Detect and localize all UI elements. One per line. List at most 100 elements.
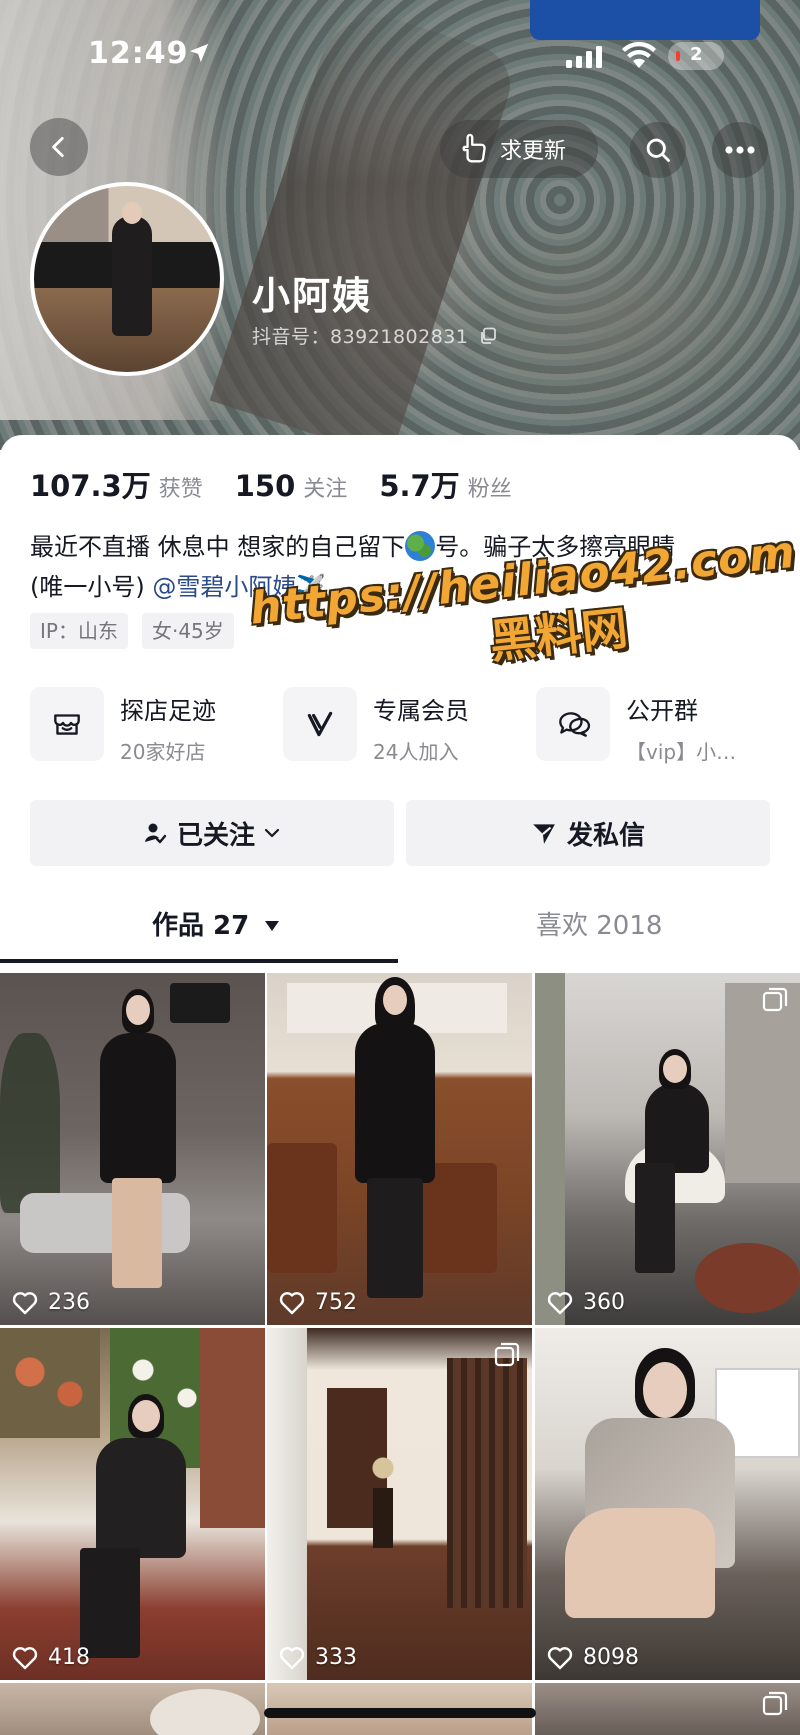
tab-works-label: 作品 27 (152, 911, 250, 941)
copy-icon[interactable] (479, 327, 497, 345)
profile-name: 小阿姨 (252, 274, 373, 318)
feature-title: 公开群 (626, 697, 698, 725)
search-button[interactable] (630, 122, 686, 178)
person-face (663, 1055, 687, 1083)
heart-outline-icon (279, 1291, 305, 1314)
battery-indicator: 2 (668, 42, 724, 70)
profile-actions: 已关注 发私信 (30, 800, 770, 868)
shop-icon (54, 714, 80, 735)
status-bar: 12:49 2 (0, 30, 800, 80)
heart-outline-icon (547, 1646, 573, 1669)
followers-label: 粉丝 (467, 477, 512, 502)
feature-subtitle: 20家好店 (120, 740, 206, 764)
tab-likes[interactable]: 喜欢 2018 (536, 905, 662, 942)
heart-outline-icon (12, 1291, 38, 1314)
cellular-signal-icon (566, 46, 602, 68)
feature-icon-box (30, 687, 104, 761)
dried-flowers (363, 1438, 403, 1498)
video-like-number: 752 (315, 1290, 357, 1315)
more-dots-icon (725, 146, 755, 154)
send-arrow-icon (533, 824, 555, 844)
feature-membership[interactable]: 专属会员 24人加入 (283, 687, 469, 764)
person-face (126, 995, 150, 1025)
video-tile[interactable] (0, 1683, 265, 1735)
wall-decor (725, 983, 800, 1183)
curtain-shape (535, 973, 565, 1325)
battery-percent: 2 (690, 44, 703, 65)
chevron-down-icon (264, 828, 280, 838)
video-tile[interactable] (535, 1683, 800, 1735)
video-like-count: 333 (279, 1645, 357, 1670)
video-tile[interactable]: 418 (0, 1328, 265, 1680)
heart-outline-icon (279, 1646, 305, 1669)
video-tile[interactable]: 236 (0, 973, 265, 1325)
plate-shape (150, 1689, 260, 1735)
status-time: 12:49 (88, 36, 189, 71)
person-figure (645, 1083, 709, 1173)
sofa-shape (20, 1193, 190, 1253)
person-face (383, 985, 407, 1015)
following-count[interactable]: 150 (235, 469, 296, 503)
home-indicator[interactable] (264, 1708, 536, 1718)
tab-works[interactable]: 作品 27 (152, 905, 280, 942)
active-tab-indicator (0, 959, 398, 963)
send-message-button[interactable]: 发私信 (406, 800, 770, 866)
video-tile[interactable]: 752 (267, 973, 532, 1325)
multi-image-icon (494, 1342, 520, 1367)
content-tabs: 作品 27 喜欢 2018 (0, 905, 800, 965)
chat-icon (559, 712, 591, 737)
video-like-number: 236 (48, 1290, 90, 1315)
more-options-button[interactable] (712, 122, 768, 178)
video-like-number: 8098 (583, 1645, 639, 1670)
wood-column (200, 1328, 265, 1528)
multi-image-icon (762, 987, 788, 1012)
back-button[interactable] (30, 118, 88, 176)
location-arrow-icon (189, 43, 209, 63)
video-tile[interactable]: 8098 (535, 1328, 800, 1680)
following-button[interactable]: 已关注 (30, 800, 394, 866)
video-like-count: 360 (547, 1290, 625, 1315)
followers-count[interactable]: 5.7万 (379, 463, 459, 505)
flowers-left (0, 1328, 100, 1438)
video-like-number: 333 (315, 1645, 357, 1670)
bio-mention-link[interactable]: @雪碧小阿姨✈️ (152, 573, 326, 601)
video-thumbnail (267, 1328, 532, 1680)
person-legs (367, 1178, 423, 1298)
douyin-id[interactable]: 抖音号：83921802831 (252, 322, 497, 349)
avatar[interactable] (30, 182, 224, 376)
video-like-number: 418 (48, 1645, 90, 1670)
plant-shape (0, 1033, 60, 1213)
profile-stats: 107.3万 获赞 150 关注 5.7万 粉丝 (30, 463, 544, 505)
feature-shop-visits[interactable]: 探店足迹 20家好店 (30, 687, 216, 764)
following-label: 关注 (303, 477, 348, 502)
curtain-shape (267, 1328, 307, 1680)
tab-likes-label: 喜欢 2018 (536, 911, 663, 941)
likes-count[interactable]: 107.3万 (30, 463, 151, 505)
avatar-head (122, 202, 142, 224)
person-legs (80, 1548, 140, 1658)
vip-icon (307, 711, 333, 737)
pointing-hand-icon (462, 133, 486, 163)
following-button-label: 已关注 (176, 820, 255, 851)
video-tile[interactable]: 333 (267, 1328, 532, 1680)
bio-text-part2: 号。骗子太多擦亮眼睛 (435, 533, 676, 561)
globe-emoji-icon (405, 531, 436, 561)
avatar-figure (112, 216, 152, 336)
feature-subtitle: 【vip】小… (626, 740, 737, 764)
wood-chair-left (267, 1143, 337, 1273)
user-check-icon (144, 823, 167, 844)
request-update-button[interactable]: 求更新 (440, 120, 598, 178)
gender-age-tag: 女·45岁 (141, 613, 234, 649)
feature-public-group[interactable]: 公开群 【vip】小… (536, 687, 737, 764)
multi-image-icon (762, 1691, 788, 1716)
feature-entries: 探店足迹 20家好店 专属会员 24人加入 公开群 【vip】小… (30, 687, 800, 767)
search-icon (646, 138, 670, 162)
request-update-label: 求更新 (500, 139, 567, 164)
video-tile[interactable]: 360 (535, 973, 800, 1325)
person-legs (635, 1163, 675, 1273)
heart-outline-icon (547, 1291, 573, 1314)
video-like-count: 418 (12, 1645, 90, 1670)
wifi-icon (622, 42, 656, 68)
feature-title: 探店足迹 (120, 697, 216, 725)
battery-level-bar (676, 51, 680, 61)
